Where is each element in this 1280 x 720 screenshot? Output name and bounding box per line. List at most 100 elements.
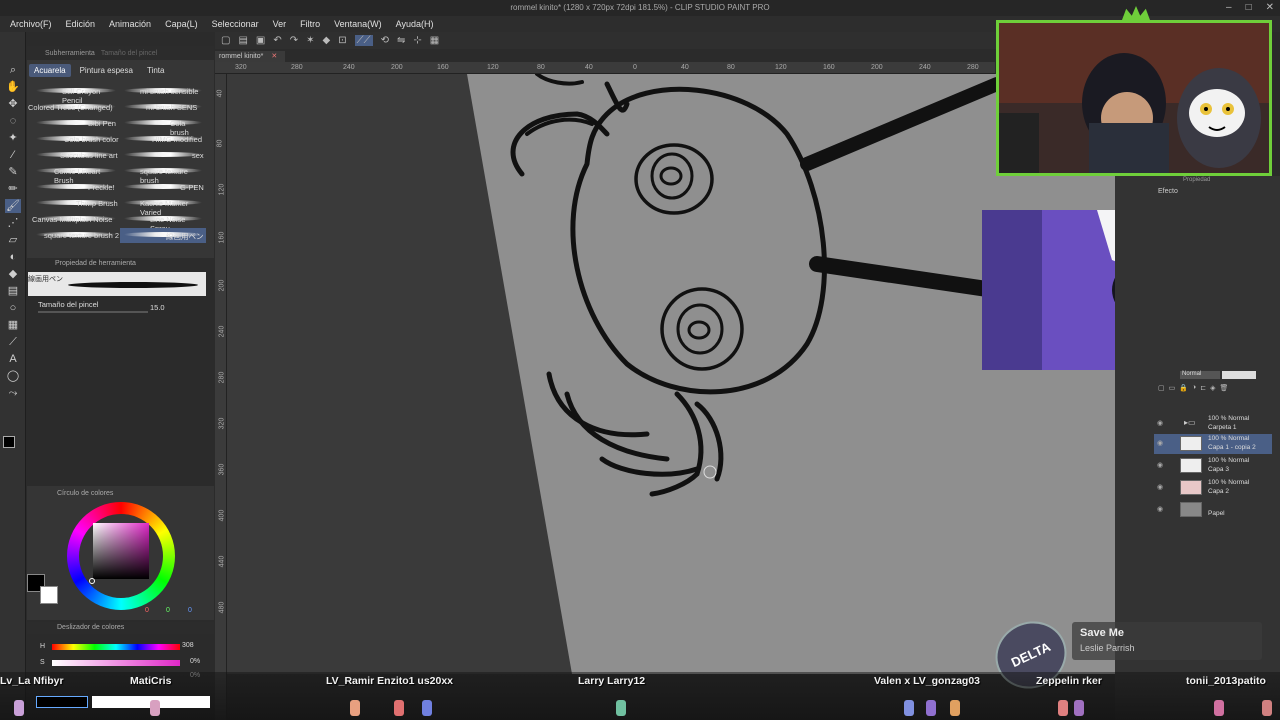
eraser-icon[interactable]: ▱	[5, 233, 21, 247]
layer-row-selected[interactable]: ◉ 100 % Normal Capa 1 - copia 2	[1154, 434, 1272, 454]
brush-item[interactable]: Comic Lineart Brush	[28, 164, 120, 185]
clear-icon[interactable]: ✶	[306, 35, 314, 46]
brush-item[interactable]: square texture brush	[120, 164, 206, 185]
opacity-slider[interactable]	[1222, 371, 1256, 379]
eye-icon[interactable]: ◉	[1157, 483, 1163, 491]
eyedropper-icon[interactable]: ⁄	[5, 148, 21, 162]
gradient-icon[interactable]: ▤	[5, 284, 21, 298]
brush-item[interactable]: Cola brush	[120, 116, 206, 137]
brush-size-slider[interactable]	[38, 311, 148, 313]
layer-row[interactable]: ◉ Papel	[1154, 500, 1272, 520]
trash-icon[interactable]: 🗑	[1219, 384, 1228, 408]
transform-icon[interactable]: ⊡	[338, 35, 346, 46]
new-folder-icon[interactable]: ▭	[1169, 384, 1176, 408]
menu-filter[interactable]: Filtro	[300, 19, 320, 29]
color-picker-handle[interactable]	[89, 578, 95, 584]
lasso-icon[interactable]: ◌	[5, 114, 21, 128]
layer-row[interactable]: ◉ 100 % Normal Capa 3	[1154, 456, 1272, 476]
brush-item[interactable]: square texture brush 2	[28, 228, 120, 243]
brush-item[interactable]: Freckle!	[28, 180, 120, 195]
fill-layer-icon[interactable]: ◆	[323, 35, 331, 46]
minimize-icon[interactable]: –	[1226, 2, 1232, 13]
open-icon[interactable]: ▤	[238, 35, 247, 46]
airbrush-icon[interactable]: ⋰	[5, 216, 21, 230]
tab-tinta[interactable]: Tinta	[142, 64, 170, 77]
brush-item[interactable]: Kachie Marker Varied	[120, 196, 206, 217]
brush-icon[interactable]: 🖌	[5, 199, 21, 213]
menu-edit[interactable]: Edición	[66, 19, 96, 29]
saturation-value-square[interactable]	[93, 523, 149, 579]
ruler-snap-icon[interactable]: ⊹	[413, 35, 421, 46]
eye-icon[interactable]: ◉	[1157, 439, 1163, 447]
tab-property[interactable]: Propiedad	[1183, 177, 1210, 183]
menu-help[interactable]: Ayuda(H)	[396, 19, 434, 29]
document-tab[interactable]: rommel kinito* ✕	[215, 51, 285, 62]
brush-item[interactable]: mi brush sensible	[120, 84, 206, 99]
brush-item[interactable]: mi brush SENS	[120, 100, 206, 115]
brush-size-value[interactable]: 15.0	[150, 303, 165, 312]
fill-icon[interactable]: ◆	[5, 267, 21, 281]
new-layer-icon[interactable]: ▢	[1158, 384, 1165, 408]
brush-item[interactable]: HIMG modified	[120, 132, 206, 147]
eye-icon[interactable]: ◉	[1157, 419, 1163, 427]
layer-row[interactable]: ◉ ▸▭ 100 % Normal Carpeta 1	[1154, 414, 1272, 434]
redo-icon[interactable]: ↷	[290, 35, 298, 46]
reference-icon[interactable]: ◈	[1210, 384, 1215, 408]
tab-close-icon[interactable]: ✕	[271, 53, 277, 60]
pen-icon[interactable]: ✎	[5, 165, 21, 179]
menu-animation[interactable]: Animación	[109, 19, 151, 29]
balloon-icon[interactable]: ◯	[5, 369, 21, 383]
hue-slider[interactable]	[52, 644, 180, 650]
lock-icon[interactable]: 🔒	[1179, 384, 1188, 408]
layer-row[interactable]: ◉ 100 % Normal Capa 2	[1154, 478, 1272, 498]
undo-icon[interactable]: ↶	[273, 35, 281, 46]
menu-view[interactable]: Ver	[273, 19, 287, 29]
main-color-swatch[interactable]	[3, 436, 15, 448]
correct-line-icon[interactable]: ⤳	[5, 386, 21, 400]
stabilizer-icon[interactable]: ⟋⟋	[354, 35, 373, 46]
brush-item[interactable]: Canvas Multiplain Noise	[28, 212, 120, 227]
pencil-icon[interactable]: ✏	[5, 182, 21, 196]
rotate-icon[interactable]: ⟲	[381, 35, 389, 46]
brush-item[interactable]: Cola brush color	[28, 132, 120, 147]
tab-subtool[interactable]: Subherramienta	[45, 50, 95, 57]
grid-icon[interactable]: ▦	[430, 35, 439, 46]
brush-item[interactable]: Succubus line art	[28, 148, 120, 163]
close-icon[interactable]: ✕	[1266, 2, 1274, 13]
hue-value[interactable]: 308	[182, 642, 194, 649]
brush-item[interactable]: Thwip Brush	[28, 196, 120, 211]
tab-brush-size[interactable]: Tamaño del pincel	[101, 50, 157, 57]
drawing-canvas[interactable]	[227, 74, 1115, 674]
saturation-slider[interactable]	[52, 660, 180, 666]
maximize-icon[interactable]: □	[1246, 2, 1252, 13]
menu-select[interactable]: Seleccionar	[212, 19, 259, 29]
new-icon[interactable]: ▢	[221, 35, 230, 46]
tab-acuarela[interactable]: Acuarela	[29, 63, 71, 77]
wand-icon[interactable]: ✦	[5, 131, 21, 145]
hand-icon[interactable]: ✋	[5, 80, 21, 94]
tab-pintura-espesa[interactable]: Pintura espesa	[75, 64, 138, 77]
shape-icon[interactable]: ○	[5, 301, 21, 315]
brush-item-selected[interactable]: 線画用ペン	[120, 228, 206, 243]
background-color-swatch[interactable]	[40, 586, 58, 604]
brush-item[interactable]: G-PEN	[120, 180, 206, 195]
menu-layer[interactable]: Capa(L)	[165, 19, 198, 29]
brush-item[interactable]: Bibi Pen	[28, 116, 120, 131]
mask-icon[interactable]: ◑	[1192, 384, 1196, 408]
clip-icon[interactable]: ⊏	[1200, 384, 1206, 408]
brush-item[interactable]: Colored Trees (Changed)	[28, 100, 120, 115]
zoom-icon[interactable]: ⌕	[5, 63, 21, 77]
blend-icon[interactable]: ◐	[5, 250, 21, 264]
eye-icon[interactable]: ◉	[1157, 505, 1163, 513]
brush-item[interactable]: sex	[120, 148, 206, 163]
save-icon[interactable]: ▣	[256, 35, 265, 46]
ruler-icon[interactable]: ⟋	[5, 335, 21, 349]
frame-icon[interactable]: ▦	[5, 318, 21, 332]
flip-icon[interactable]: ⇋	[397, 35, 405, 46]
menu-window[interactable]: Ventana(W)	[334, 19, 382, 29]
brush-item[interactable]: Line Noise Spray	[120, 212, 206, 233]
saturation-value[interactable]: 0%	[190, 658, 200, 665]
text-icon[interactable]: A	[5, 352, 21, 366]
blend-mode-select[interactable]: Normal	[1180, 371, 1220, 379]
menu-file[interactable]: Archivo(F)	[10, 19, 52, 29]
